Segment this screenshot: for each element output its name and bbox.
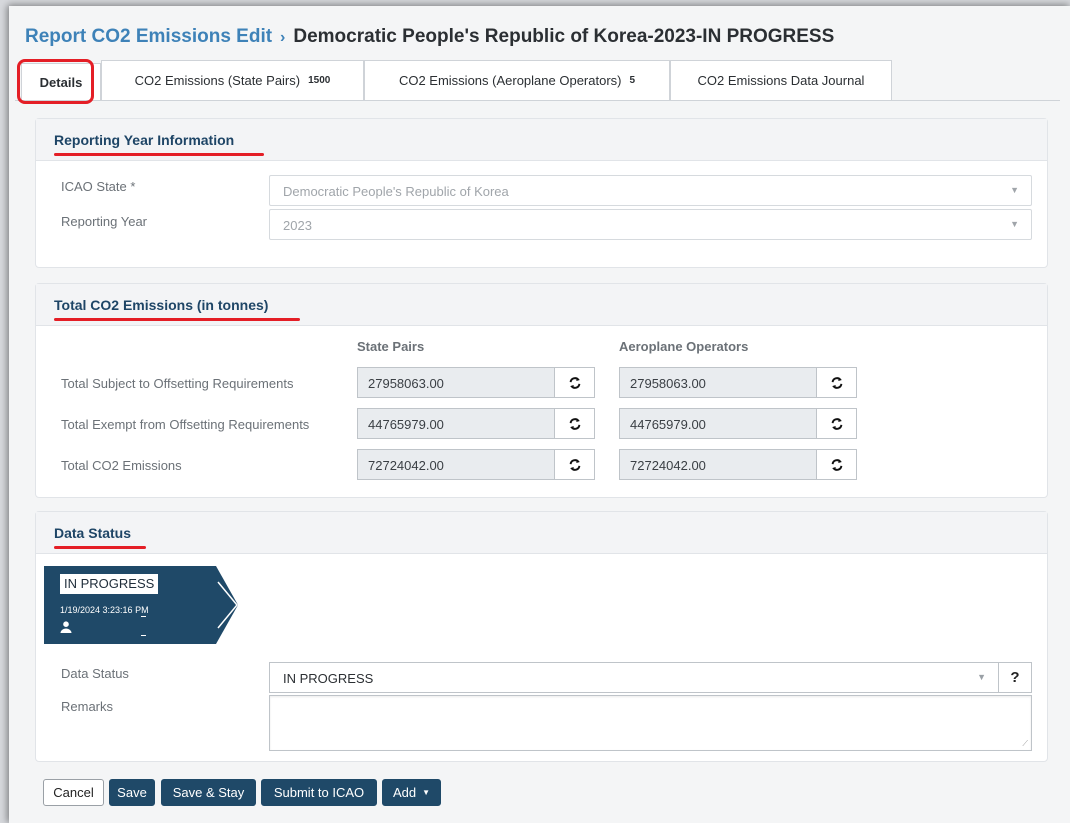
refresh-icon — [831, 417, 842, 430]
icao-state-label: ICAO State * — [61, 179, 136, 194]
icao-state-value: Democratic People's Republic of Korea — [283, 184, 509, 199]
refresh-button[interactable] — [816, 367, 857, 398]
tab-state-pairs[interactable]: CO2 Emissions (State Pairs) 1500 — [101, 60, 364, 100]
refresh-button[interactable] — [816, 408, 857, 439]
user-icon — [60, 621, 72, 633]
annotation-underline — [54, 318, 300, 321]
aeroplane-operators-total-field[interactable]: 72724042.00 — [619, 449, 817, 480]
divider — [141, 616, 146, 617]
save-and-stay-button[interactable]: Save & Stay — [161, 779, 256, 806]
save-button[interactable]: Save — [109, 779, 155, 806]
submit-to-icao-button[interactable]: Submit to ICAO — [261, 779, 377, 806]
panel-title: Reporting Year Information — [54, 132, 235, 148]
tab-count: 5 — [629, 75, 636, 86]
chevron-down-icon: ▼ — [1010, 185, 1019, 195]
status-timestamp: 1/19/2024 3:23:16 PM — [60, 605, 149, 615]
add-dropdown-button[interactable]: Add ▼ — [382, 779, 441, 806]
status-badge: IN PROGRESS — [60, 574, 159, 594]
refresh-icon — [569, 376, 580, 389]
row-label: Total Exempt from Offsetting Requirement… — [61, 417, 310, 432]
chevron-down-icon: ▼ — [1010, 219, 1019, 229]
remarks-textarea[interactable]: ⟋ — [269, 695, 1032, 751]
state-pairs-total-field[interactable]: 72724042.00 — [357, 449, 555, 480]
panel-header: Total CO2 Emissions (in tonnes) — [36, 284, 1047, 326]
state-pairs-exempt-field[interactable]: 44765979.00 — [357, 408, 555, 439]
aeroplane-operators-subject-field[interactable]: 27958063.00 — [619, 367, 817, 398]
breadcrumb-separator-icon: › — [280, 29, 286, 46]
reporting-year-value: 2023 — [283, 218, 312, 233]
add-button-label: Add — [392, 785, 417, 800]
panel-header: Data Status — [36, 512, 1047, 554]
data-status-label: Data Status — [61, 666, 129, 681]
total-emissions-panel: Total CO2 Emissions (in tonnes) State Pa… — [35, 283, 1048, 498]
refresh-icon — [831, 458, 842, 471]
icao-state-select[interactable]: Democratic People's Republic of Korea ▼ — [269, 175, 1032, 206]
row-label: Total Subject to Offsetting Requirements — [61, 376, 294, 391]
panel-header: Reporting Year Information — [36, 119, 1047, 161]
divider — [141, 635, 146, 636]
caret-down-icon: ▼ — [422, 788, 431, 797]
annotation-highlight-box — [17, 59, 94, 104]
refresh-button[interactable] — [554, 449, 595, 480]
tab-bar: Details CO2 Emissions (State Pairs) 1500 … — [15, 54, 1060, 101]
data-status-select[interactable]: IN PROGRESS ▼ — [269, 662, 999, 693]
state-pairs-subject-field[interactable]: 27958063.00 — [357, 367, 555, 398]
tab-aeroplane-operators[interactable]: CO2 Emissions (Aeroplane Operators) 5 — [364, 60, 670, 100]
tab-count: 1500 — [308, 75, 331, 86]
annotation-underline — [54, 153, 264, 156]
refresh-icon — [569, 417, 580, 430]
annotation-underline — [54, 546, 146, 549]
reporting-year-label: Reporting Year — [61, 214, 148, 229]
tab-data-journal[interactable]: CO2 Emissions Data Journal — [670, 60, 892, 100]
page-title: Democratic People's Republic of Korea-20… — [293, 26, 835, 47]
help-button[interactable]: ? — [998, 662, 1032, 693]
refresh-button[interactable] — [816, 449, 857, 480]
refresh-button[interactable] — [554, 367, 595, 398]
breadcrumb: Report CO2 Emissions Edit › Democratic Peo… — [25, 26, 834, 48]
reporting-year-panel: Reporting Year Information ICAO State * … — [35, 118, 1048, 268]
cancel-button[interactable]: Cancel — [43, 779, 104, 806]
tab-label: CO2 Emissions Data Journal — [697, 73, 865, 88]
refresh-icon — [569, 458, 580, 471]
resize-handle-icon[interactable]: ⟋ — [1022, 739, 1028, 749]
row-label: Total CO2 Emissions — [61, 458, 182, 473]
remarks-label: Remarks — [61, 699, 114, 714]
aeroplane-operators-exempt-field[interactable]: 44765979.00 — [619, 408, 817, 439]
chevron-down-icon: ▼ — [977, 672, 986, 682]
panel-title: Total CO2 Emissions (in tonnes) — [54, 297, 269, 313]
column-header-state-pairs: State Pairs — [357, 339, 425, 354]
refresh-icon — [831, 376, 842, 389]
tab-label: CO2 Emissions (State Pairs) — [134, 73, 301, 88]
tab-label: CO2 Emissions (Aeroplane Operators) — [398, 73, 622, 88]
panel-title: Data Status — [54, 525, 132, 541]
reporting-year-select[interactable]: 2023 ▼ — [269, 209, 1032, 240]
column-header-aeroplane-operators: Aeroplane Operators — [619, 339, 749, 354]
chevron-right-icon — [216, 566, 238, 644]
breadcrumb-parent-link[interactable]: Report CO2 Emissions Edit — [25, 26, 272, 47]
data-status-panel: Data Status IN PROGRESS 1/19/2024 3:23:1… — [35, 511, 1048, 762]
tabs-divider — [15, 100, 1060, 101]
refresh-button[interactable] — [554, 408, 595, 439]
data-status-value: IN PROGRESS — [283, 671, 374, 686]
status-history-card: IN PROGRESS 1/19/2024 3:23:16 PM — [44, 566, 216, 644]
